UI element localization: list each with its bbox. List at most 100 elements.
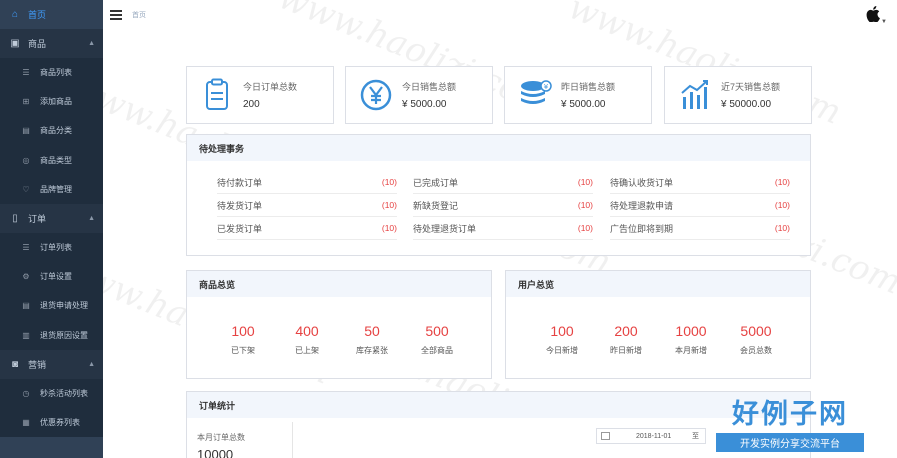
hamburger-icon[interactable] <box>110 10 122 20</box>
overview-label: 已上架 <box>295 346 319 355</box>
sidebar-item-label: 退货原因设置 <box>40 330 88 340</box>
overview-stat: 200 昨日新增 <box>594 323 658 356</box>
overview-label: 已下架 <box>231 346 255 355</box>
todo-item[interactable]: 待处理退款申请 (10) <box>610 194 790 217</box>
date-range-picker[interactable]: 2018-11-01 至 <box>596 428 706 444</box>
overview-stat: 500 全部商品 <box>405 323 469 356</box>
divider <box>292 422 293 458</box>
stat-value: 200 <box>243 99 260 110</box>
overview-value: 100 <box>231 323 255 339</box>
chevron-up-icon: ▲ <box>88 40 95 47</box>
sidebar-item-label: 品牌管理 <box>40 184 72 194</box>
order-icon <box>206 78 228 110</box>
panel-title: 待处理事务 <box>187 135 810 161</box>
user-overview-panel: 用户总览 100 今日新增 200 昨日新增 1000 本月新增 5000 会员总数 <box>505 270 811 379</box>
todo-item[interactable]: 待付款订单 (10) <box>217 171 397 194</box>
date-separator: 至 <box>692 433 699 440</box>
sidebar-item-label: 首页 <box>28 10 47 20</box>
todo-label: 已发货订单 <box>217 223 263 234</box>
stat-title: 昨日销售总额 <box>561 82 616 92</box>
stat-title: 今日订单总数 <box>243 82 298 92</box>
sidebar-item-goods-list[interactable]: ☰ 商品列表 <box>0 58 103 88</box>
sidebar-item-home[interactable]: ⌂ 首页 <box>0 0 103 29</box>
overview-label: 会员总数 <box>740 346 772 355</box>
calendar-icon <box>601 432 610 440</box>
return-icon: ▤ <box>22 301 30 311</box>
sidebar-item-label: 商品分类 <box>40 126 72 136</box>
overview-stat: 50 库存紧张 <box>340 323 404 356</box>
todo-item[interactable]: 待发货订单 (10) <box>217 194 397 217</box>
top-navbar: 首页 <box>103 0 897 30</box>
sidebar-item-brand[interactable]: ♡ 品牌管理 <box>0 174 103 204</box>
marketing-icon: ◙ <box>11 358 19 370</box>
todo-count: (10) <box>774 200 790 210</box>
todo-item[interactable]: 新缺货登记 (10) <box>413 194 593 217</box>
sidebar-group-goods[interactable]: ▣ 商品 ▲ <box>0 29 103 58</box>
overview-value: 400 <box>295 323 319 339</box>
avatar[interactable] <box>865 5 881 23</box>
clock-icon: ◷ <box>22 388 30 398</box>
date-start: 2018-11-01 <box>636 432 672 440</box>
sidebar-item-label: 订单列表 <box>40 243 72 253</box>
month-orders-label: 本月订单总数 <box>197 433 245 442</box>
sidebar-group-label: 商品 <box>28 39 47 49</box>
todo-count: (10) <box>381 200 397 210</box>
sidebar-group-marketing[interactable]: ◙ 营销 ▲ <box>0 349 103 379</box>
sidebar-item-coupons[interactable]: ▦ 优惠券列表 <box>0 407 103 438</box>
stat-title: 今日销售总额 <box>402 82 457 92</box>
overview-value: 50 <box>364 323 380 339</box>
sidebar-item-goods-category[interactable]: ▤ 商品分类 <box>0 116 103 146</box>
overview-value: 500 <box>425 323 449 339</box>
brand-title: 好例子网 <box>732 399 848 429</box>
category-icon: ▤ <box>22 126 30 136</box>
sidebar-item-return-apply[interactable]: ▤ 退货申请处理 <box>0 291 103 321</box>
sidebar-item-order-settings[interactable]: ⚙ 订单设置 <box>0 262 103 292</box>
overview-value: 100 <box>550 323 574 339</box>
todo-count: (10) <box>381 177 397 187</box>
overview-label: 昨日新增 <box>610 346 642 355</box>
brand-icon: ♡ <box>22 184 30 194</box>
site-logo: 好例子网 开发实例分享交流平台 <box>716 392 864 452</box>
stat-value: ¥ 50000.00 <box>721 99 772 110</box>
breadcrumb[interactable]: 首页 <box>132 10 146 20</box>
todo-count: (10) <box>577 177 593 187</box>
chevron-up-icon: ▲ <box>88 360 95 368</box>
todo-label: 待发货订单 <box>217 200 263 211</box>
sidebar-group-label: 营销 <box>28 359 47 370</box>
todo-count: (10) <box>577 200 593 210</box>
sidebar-group-order[interactable]: ▯ 订单 ▲ <box>0 203 103 233</box>
overview-stat: 5000 会员总数 <box>724 323 788 356</box>
list-icon: ☰ <box>22 68 30 78</box>
month-orders-value: 10000 <box>197 447 234 458</box>
sidebar-item-order-list[interactable]: ☰ 订单列表 <box>0 232 103 263</box>
todo-item[interactable]: 已完成订单 (10) <box>413 171 593 194</box>
sidebar-item-label: 商品类型 <box>40 155 72 165</box>
todo-item[interactable]: 待确认收货订单 (10) <box>610 171 790 194</box>
todo-item[interactable]: 已发货订单 (10) <box>217 217 397 240</box>
sidebar-item-add-goods[interactable]: ⊞ 添加商品 <box>0 87 103 117</box>
bar-chart-icon <box>681 80 708 109</box>
todo-item[interactable]: 待处理退货订单 (10) <box>413 217 593 240</box>
brand-subtitle: 开发实例分享交流平台 <box>716 433 864 452</box>
overview-value: 200 <box>614 323 638 339</box>
reason-icon: ▥ <box>22 330 30 340</box>
todo-count: (10) <box>577 223 593 233</box>
sidebar-item-return-reason[interactable]: ▥ 退货原因设置 <box>0 320 103 350</box>
add-icon: ⊞ <box>22 97 30 107</box>
todo-count: (10) <box>381 223 397 233</box>
sidebar-item-label: 添加商品 <box>40 97 72 107</box>
overview-value: 1000 <box>675 323 707 339</box>
todo-label: 待处理退货订单 <box>413 223 477 234</box>
stat-value: ¥ 5000.00 <box>402 99 447 110</box>
todo-item[interactable]: 广告位即将到期 (10) <box>610 217 790 240</box>
stat-card-today-orders: 今日订单总数 200 <box>186 66 334 124</box>
caret-down-icon[interactable]: ▼ <box>881 19 887 25</box>
stat-card-yesterday-sales: ¥ 昨日销售总额 ¥ 5000.00 <box>504 66 652 124</box>
yen-icon <box>360 79 392 111</box>
sidebar-item-goods-type[interactable]: ◎ 商品类型 <box>0 145 103 175</box>
todo-panel: 待处理事务 待付款订单 (10) 已完成订单 (10) 待确认收货订单 (10) 待发… <box>186 134 811 256</box>
todo-count: (10) <box>774 223 790 233</box>
overview-label: 库存紧张 <box>356 346 388 355</box>
sidebar-item-flash-sale[interactable]: ◷ 秒杀活动列表 <box>0 378 103 408</box>
stat-card-today-sales: 今日销售总额 ¥ 5000.00 <box>345 66 493 124</box>
